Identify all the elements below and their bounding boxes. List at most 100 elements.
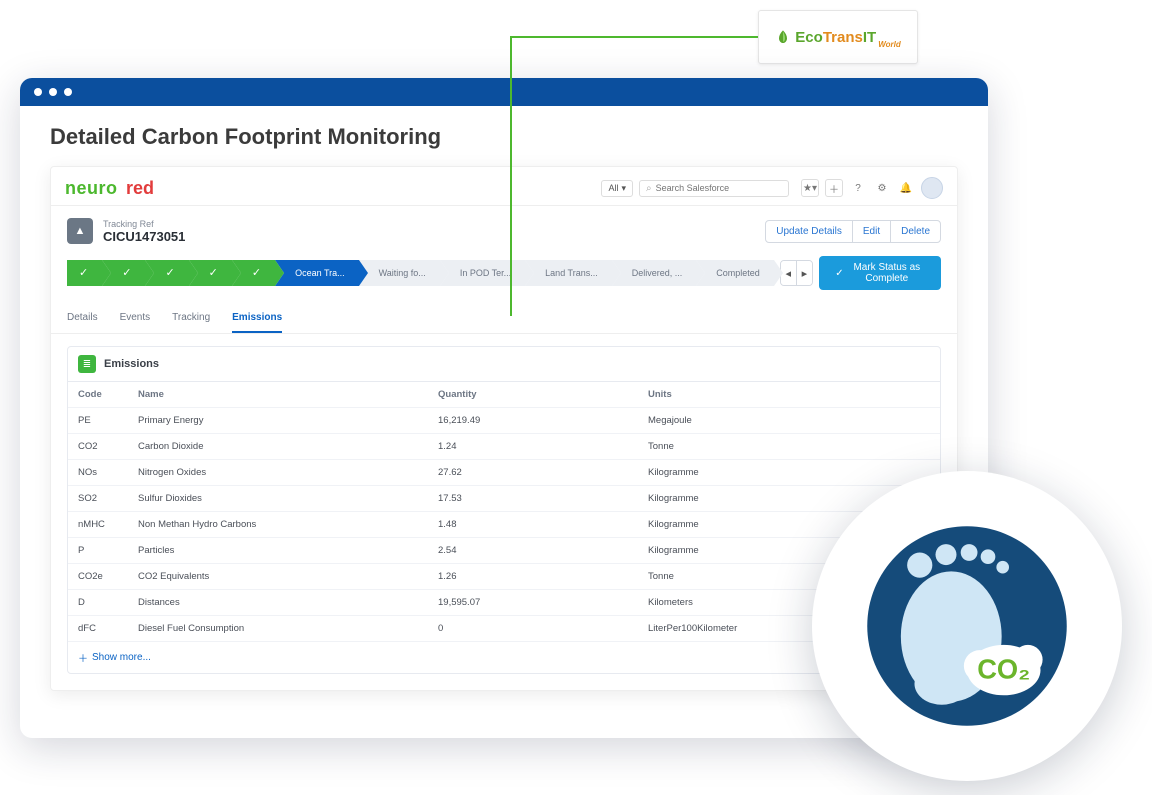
col-name: Name [128, 382, 428, 408]
cell-code: SO2 [68, 486, 128, 512]
status-step-future[interactable]: In POD Ter... [440, 260, 525, 286]
cell-quantity: 2.54 [428, 538, 638, 564]
cell-name: Diesel Fuel Consumption [128, 616, 428, 642]
cell-code: NOs [68, 460, 128, 486]
col-units: Units [638, 382, 940, 408]
show-more-link[interactable]: ＋ Show more... [68, 642, 940, 673]
status-step-future[interactable]: Land Trans... [525, 260, 612, 286]
table-row[interactable]: nMHCNon Methan Hydro Carbons1.48Kilogram… [68, 512, 940, 538]
connector-line [510, 36, 512, 316]
check-icon: ✓ [122, 267, 131, 279]
plus-icon: ＋ [78, 650, 88, 665]
check-icon: ✓ [79, 267, 88, 279]
cell-name: Nitrogen Oxides [128, 460, 428, 486]
cell-quantity: 27.62 [428, 460, 638, 486]
edit-button[interactable]: Edit [853, 220, 890, 243]
tab-events[interactable]: Events [120, 312, 151, 333]
connector-line [510, 36, 758, 38]
ecotransit-logo-text: EcoTransITWorld [795, 29, 900, 46]
tab-emissions[interactable]: Emissions [232, 312, 282, 333]
brand-logo: neuro red [65, 178, 154, 199]
table-row[interactable]: PParticles2.54Kilogramme [68, 538, 940, 564]
help-icon[interactable]: ? [849, 179, 867, 197]
cell-code: D [68, 590, 128, 616]
emissions-card: ≣ Emissions Code Name Quantity Units PEP… [67, 346, 941, 674]
tab-details[interactable]: Details [67, 312, 98, 333]
search-box[interactable]: ⌕ [639, 180, 789, 197]
table-row[interactable]: NOsNitrogen Oxides27.62Kilogramme [68, 460, 940, 486]
emissions-icon: ≣ [78, 355, 96, 373]
cell-name: Particles [128, 538, 428, 564]
record-value: CICU1473051 [103, 229, 185, 244]
cell-code: dFC [68, 616, 128, 642]
cell-quantity: 1.48 [428, 512, 638, 538]
cell-name: Primary Energy [128, 408, 428, 434]
table-row[interactable]: CO2eCO2 Equivalents1.26Tonne [68, 564, 940, 590]
app-header: neuro red All▾ ⌕ ★▾ ＋ ? ⚙ 🔔 [51, 167, 957, 206]
ecotransit-card: EcoTransITWorld [758, 10, 918, 64]
col-quantity: Quantity [428, 382, 638, 408]
status-step-done[interactable]: ✓ [67, 260, 102, 286]
table-row[interactable]: DDistances19,595.07Kilometers [68, 590, 940, 616]
settings-gear-icon[interactable]: ⚙ [873, 179, 891, 197]
add-icon[interactable]: ＋ [825, 179, 843, 197]
window-dot [34, 88, 42, 96]
status-step-future[interactable]: Waiting fo... [359, 260, 440, 286]
cell-quantity: 16,219.49 [428, 408, 638, 434]
svg-text:CO₂: CO₂ [977, 654, 1030, 685]
check-icon: ✓ [252, 267, 261, 279]
notifications-bell-icon[interactable]: 🔔 [897, 179, 915, 197]
emissions-title: Emissions [104, 358, 159, 370]
cell-code: nMHC [68, 512, 128, 538]
status-step-future[interactable]: Completed [696, 260, 774, 286]
path-next-button[interactable]: ▸ [797, 261, 813, 285]
record-type-icon: ▲ [67, 218, 93, 244]
cell-quantity: 1.26 [428, 564, 638, 590]
cell-name: Distances [128, 590, 428, 616]
cell-name: Carbon Dioxide [128, 434, 428, 460]
delete-button[interactable]: Delete [890, 220, 941, 243]
cell-name: Sulfur Dioxides [128, 486, 428, 512]
col-code: Code [68, 382, 128, 408]
record-header: ▲ Tracking Ref CICU1473051 Update Detail… [51, 206, 957, 256]
avatar[interactable] [921, 177, 943, 199]
cell-quantity: 1.24 [428, 434, 638, 460]
check-icon: ✓ [835, 268, 843, 279]
table-row[interactable]: dFCDiesel Fuel Consumption0LiterPer100Ki… [68, 616, 940, 642]
footprint-icon: CO₂ [862, 521, 1072, 731]
path-prev-button[interactable]: ◂ [781, 261, 797, 285]
update-details-button[interactable]: Update Details [765, 220, 853, 243]
mark-complete-button[interactable]: ✓ Mark Status as Complete [819, 256, 941, 290]
emissions-table: Code Name Quantity Units PEPrimary Energ… [68, 382, 940, 642]
cell-quantity: 17.53 [428, 486, 638, 512]
cell-units: Kilogramme [638, 460, 940, 486]
status-path: ✓ ✓ ✓ ✓ ✓ Ocean Tra...Waiting fo...In POD Ter… [51, 256, 957, 300]
table-row[interactable]: CO2Carbon Dioxide1.24Tonne [68, 434, 940, 460]
status-step-current[interactable]: Ocean Tra... [275, 260, 359, 286]
check-icon: ✓ [165, 267, 174, 279]
cell-units: Megajoule [638, 408, 940, 434]
search-icon: ⌕ [646, 183, 652, 194]
search-input[interactable] [656, 183, 782, 193]
status-step-future[interactable]: Delivered, ... [612, 260, 697, 286]
window-dot [49, 88, 57, 96]
tab-tracking[interactable]: Tracking [172, 312, 210, 333]
cell-code: CO2e [68, 564, 128, 590]
cell-quantity: 19,595.07 [428, 590, 638, 616]
cell-units: Tonne [638, 434, 940, 460]
cell-code: P [68, 538, 128, 564]
favorite-icon[interactable]: ★▾ [801, 179, 819, 197]
cell-code: CO2 [68, 434, 128, 460]
table-row[interactable]: PEPrimary Energy16,219.49Megajoule [68, 408, 940, 434]
cell-quantity: 0 [428, 616, 638, 642]
cell-code: PE [68, 408, 128, 434]
chevron-down-icon: ▾ [621, 183, 626, 194]
window-titlebar [20, 78, 988, 106]
window-dot [64, 88, 72, 96]
leaf-icon [775, 29, 791, 45]
page-title: Detailed Carbon Footprint Monitoring [50, 124, 988, 150]
record-label: Tracking Ref [103, 219, 185, 229]
search-scope-pill[interactable]: All▾ [601, 180, 633, 197]
carbon-footprint-badge: CO₂ [812, 471, 1122, 781]
table-row[interactable]: SO2Sulfur Dioxides17.53Kilogramme [68, 486, 940, 512]
